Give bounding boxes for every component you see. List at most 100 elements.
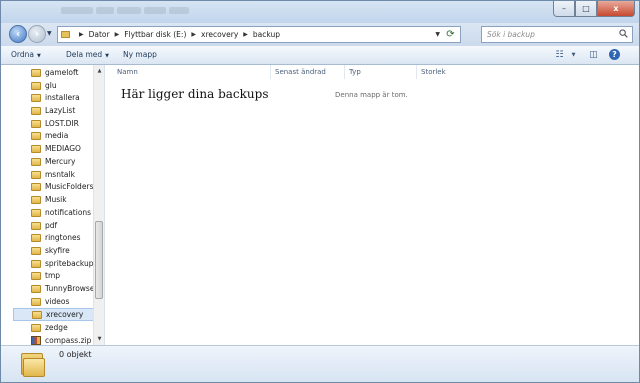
refresh-icon[interactable]: ⟳ [444, 28, 457, 41]
sidebar-item-label: gameloft [45, 68, 79, 77]
scroll-up-icon[interactable]: ▲ [95, 66, 104, 76]
details-pane: 0 objekt [1, 345, 639, 382]
share-menu[interactable]: Dela med ▼ [66, 50, 109, 59]
chevron-right-icon[interactable]: ▶ [115, 31, 120, 38]
sidebar-item[interactable]: compass.zip [31, 334, 91, 345]
breadcrumb-item[interactable]: xrecovery [201, 30, 238, 39]
sidebar-item-label: glu [45, 81, 57, 90]
sidebar-item-label: zedge [45, 323, 68, 332]
scroll-down-icon[interactable]: ▼ [95, 334, 104, 344]
folder-icon [31, 144, 41, 153]
title-bar: – □ x [1, 1, 639, 23]
view-dropdown-icon[interactable]: ▼ [567, 49, 580, 61]
sidebar-item[interactable]: installera [31, 91, 80, 104]
column-header-size[interactable]: Storlek [417, 65, 473, 79]
folder-icon [31, 81, 41, 90]
sidebar-item[interactable]: gameloft [31, 66, 78, 79]
chevron-right-icon[interactable]: ▶ [79, 31, 84, 38]
sidebar-item-label: Musik [45, 195, 67, 204]
folder-icon [31, 323, 41, 332]
chevron-down-icon: ▼ [105, 53, 109, 59]
file-list: Namn Senast ändrad Typ Storlek Här ligge… [105, 65, 639, 345]
view-options-icon[interactable]: ☷ [553, 49, 566, 61]
maximize-button[interactable]: □ [575, 1, 597, 17]
folder-icon [31, 157, 41, 166]
folder-icon [31, 297, 41, 306]
sidebar-item-label: Mercury [45, 157, 76, 166]
folder-icon [31, 170, 41, 179]
preview-pane-icon[interactable]: ◫ [587, 49, 600, 61]
sidebar-item-label: installera [45, 93, 80, 102]
zip-archive-icon [31, 336, 41, 345]
folder-icon [61, 31, 70, 38]
back-button[interactable]: ‹ [9, 25, 27, 43]
new-folder-label: Ny mapp [123, 50, 157, 59]
sidebar-item-label: notifications [45, 208, 92, 217]
sidebar-item[interactable]: zedge [31, 321, 68, 334]
recent-pages-dropdown-icon[interactable]: ▼ [47, 30, 52, 37]
column-header-modified[interactable]: Senast ändrad [271, 65, 345, 79]
search-icon [619, 29, 628, 38]
sidebar-item[interactable]: skyfire [31, 244, 70, 257]
sidebar-item-label: spritebackup [45, 259, 94, 268]
navigation-scrollbar[interactable]: ▲ ▼ [93, 65, 104, 345]
sidebar-item[interactable]: LazyList [31, 104, 75, 117]
empty-folder-message: Denna mapp är tom. [335, 91, 408, 99]
folder-icon [31, 271, 41, 280]
folder-icon [31, 182, 41, 191]
sidebar-item[interactable]: TunnyBrowser [31, 282, 98, 295]
forward-arrow-icon: › [34, 28, 40, 40]
sidebar-item-label: MEDIAGO [45, 144, 81, 153]
folder-icon [31, 284, 41, 293]
breadcrumb: ▶ Dator ▶ Flyttbar disk (E:) ▶ xrecovery… [74, 30, 280, 39]
folder-icon [31, 93, 41, 102]
command-bar: Ordna ▼ Dela med ▼ Ny mapp ☷ ▼ ◫ ? [1, 46, 639, 65]
breadcrumb-item[interactable]: Dator [89, 30, 110, 39]
explorer-window: – □ x ‹ › ▼ ▶ Dator ▶ Flyttbar disk (E:)… [0, 0, 640, 383]
sidebar-item-label: ringtones [45, 233, 81, 242]
address-bar[interactable]: ▶ Dator ▶ Flyttbar disk (E:) ▶ xrecovery… [57, 26, 461, 43]
chevron-right-icon[interactable]: ▶ [243, 31, 248, 38]
search-input[interactable]: Sök i backup [481, 26, 633, 43]
sidebar-item[interactable]: Mercury [31, 155, 75, 168]
sidebar-item[interactable]: ringtones [31, 231, 81, 244]
sidebar-item-label: msntalk [45, 170, 75, 179]
scrollbar-thumb[interactable] [95, 221, 103, 299]
address-dropdown-icon[interactable]: ▼ [435, 31, 440, 38]
folder-icon [31, 68, 41, 77]
help-icon[interactable]: ? [609, 49, 620, 60]
sidebar-item[interactable]: MusicFolders [31, 180, 93, 193]
folder-icon [31, 208, 41, 217]
forward-button[interactable]: › [28, 25, 46, 43]
sidebar-item[interactable]: Musik [31, 193, 67, 206]
back-arrow-icon: ‹ [15, 28, 21, 40]
breadcrumb-item[interactable]: Flyttbar disk (E:) [124, 30, 186, 39]
chevron-right-icon[interactable]: ▶ [191, 31, 196, 38]
sidebar-item[interactable]: MEDIAGO [31, 142, 81, 155]
sidebar-item-label: compass.zip [45, 336, 92, 345]
address-row: ‹ › ▼ ▶ Dator ▶ Flyttbar disk (E:) ▶ xre… [1, 23, 639, 46]
sidebar-item-selected[interactable]: xrecovery [13, 308, 103, 321]
sidebar-item-label: xrecovery [46, 310, 84, 319]
sidebar-item[interactable]: notifications [31, 206, 91, 219]
folder-icon [32, 310, 42, 319]
window-controls: – □ x [553, 1, 635, 19]
sidebar-item[interactable]: tmp [31, 269, 60, 282]
minimize-button[interactable]: – [553, 1, 575, 17]
sidebar-item-label: MusicFolders [45, 182, 94, 191]
organize-menu[interactable]: Ordna ▼ [11, 50, 41, 59]
overlay-caption: Här ligger dina backups [121, 87, 269, 101]
close-button[interactable]: x [597, 1, 635, 17]
new-folder-button[interactable]: Ny mapp [123, 50, 157, 59]
sidebar-item-label: videos [45, 297, 70, 306]
column-header-type[interactable]: Typ [345, 65, 417, 79]
sidebar-item[interactable]: media [31, 129, 68, 142]
folder-icon [31, 131, 41, 140]
folder-icon [21, 351, 45, 377]
sidebar-item-label: skyfire [45, 246, 70, 255]
sidebar-item[interactable]: videos [31, 295, 69, 308]
sidebar-item-label: pdf [45, 221, 58, 230]
column-header-name[interactable]: Namn [113, 65, 271, 79]
navigation-pane: gameloft glu installera LazyList LOST.DI… [1, 65, 105, 345]
breadcrumb-item[interactable]: backup [253, 30, 280, 39]
